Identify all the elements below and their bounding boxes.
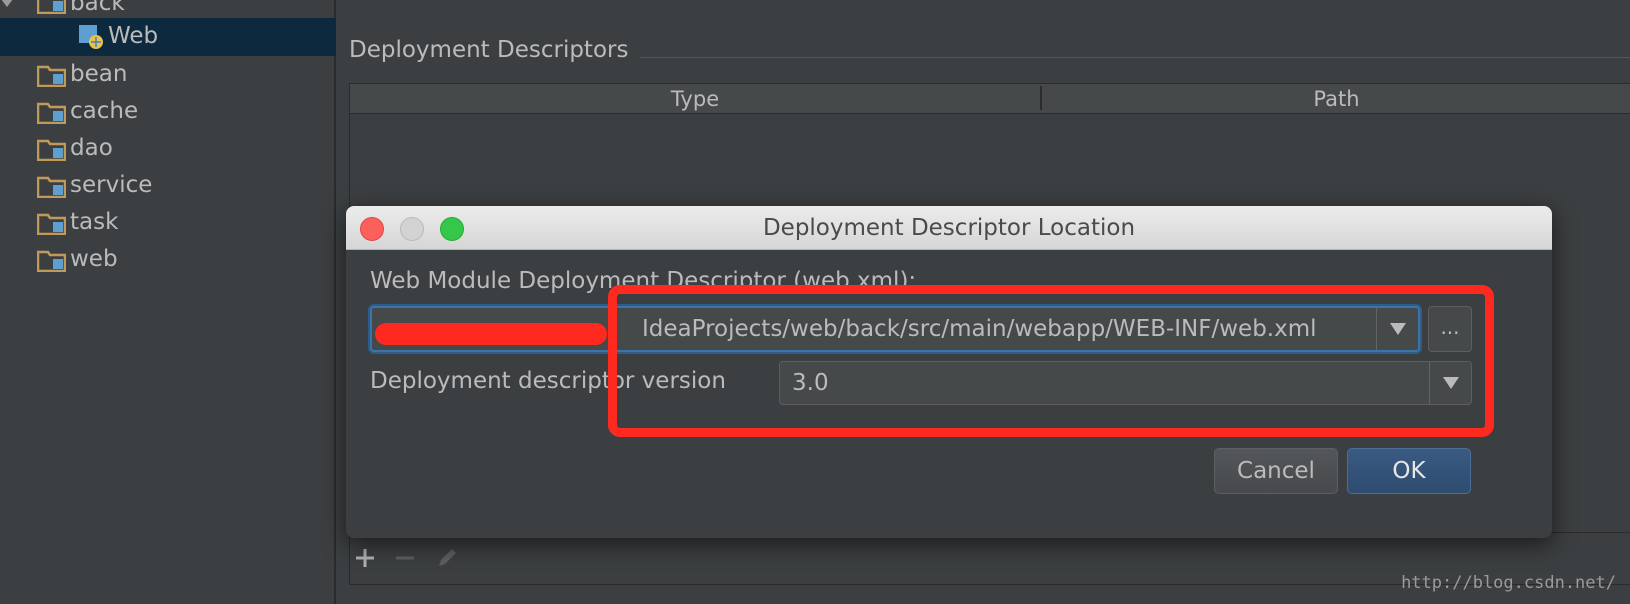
section-divider (640, 57, 1630, 58)
minus-icon (396, 556, 414, 560)
tree-item-task[interactable]: task (0, 204, 336, 242)
redaction-scribble (375, 323, 607, 345)
ok-button[interactable]: OK (1347, 448, 1471, 494)
module-folder-icon (37, 250, 66, 272)
tree-item-label: Web (108, 23, 159, 49)
expand-arrow-icon[interactable] (0, 0, 14, 10)
project-tree: back Web bean cache dao service task web (0, 0, 336, 604)
module-folder-icon (37, 102, 66, 124)
edit-button[interactable] (432, 543, 462, 573)
module-folder-icon (37, 139, 66, 161)
module-folder-icon (37, 213, 66, 235)
dialog-title: Deployment Descriptor Location (762, 215, 1136, 241)
web-facet-icon (79, 25, 103, 49)
section-title: Deployment Descriptors (349, 37, 629, 63)
tree-item-label: bean (70, 61, 128, 87)
tree-item-label: service (70, 172, 153, 198)
module-folder-icon (37, 65, 66, 87)
tree-item-web-facet[interactable]: Web (0, 18, 336, 56)
add-button[interactable] (350, 543, 380, 573)
tree-item-label: cache (70, 98, 139, 124)
plus-icon (356, 549, 374, 567)
annotation-highlight-box (608, 285, 1494, 437)
tree-item-dao[interactable]: dao (0, 130, 336, 168)
dialog-titlebar[interactable]: Deployment Descriptor Location (346, 206, 1552, 250)
pencil-icon (439, 549, 456, 566)
table-header: Type Path (350, 84, 1630, 114)
column-header-type[interactable]: Type (350, 84, 1040, 114)
tree-item-bean[interactable]: bean (0, 56, 336, 94)
tree-item-label: dao (70, 135, 113, 161)
tree-item-cache[interactable]: cache (0, 93, 336, 131)
tree-item-web[interactable]: web (0, 241, 336, 279)
watermark: http://blog.csdn.net/ (1401, 573, 1616, 593)
tree-item-label: web (70, 246, 118, 272)
remove-button[interactable] (390, 543, 420, 573)
module-folder-icon (37, 0, 66, 14)
column-header-path[interactable]: Path (1042, 84, 1630, 114)
tree-item-label: task (70, 209, 119, 235)
tree-item-label: back (70, 0, 125, 16)
module-folder-icon (37, 176, 66, 198)
tree-item-service[interactable]: service (0, 167, 336, 205)
cancel-button[interactable]: Cancel (1214, 448, 1338, 494)
